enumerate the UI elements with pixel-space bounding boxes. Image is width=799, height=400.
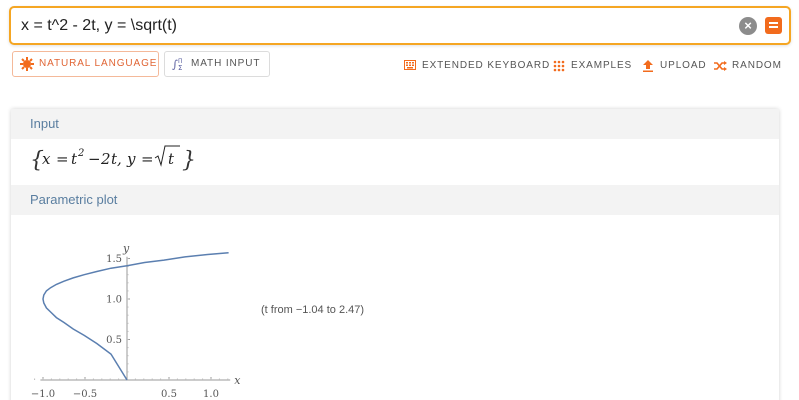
svg-text:=: = (141, 150, 154, 168)
input-pod-title: Input (11, 109, 779, 139)
results-card: Input { x = t 2 − 2 t , y = t } Parametr… (11, 109, 779, 400)
input-formula-render: { x = t 2 − 2 t , y = t } (30, 145, 196, 173)
compute-button[interactable] (765, 17, 782, 34)
x-tick-label: −0.5 (73, 389, 97, 400)
x-tick-label: 1.0 (203, 389, 219, 400)
svg-text:−: − (88, 150, 101, 168)
random-label: Random (732, 60, 782, 71)
close-icon: × (744, 18, 752, 33)
x-axis-label: x (234, 374, 241, 387)
svg-text:t: t (168, 150, 175, 168)
math-input-button[interactable]: ∫ π Σ Math Input (164, 51, 270, 77)
search-bar: × (9, 6, 791, 45)
keyboard-icon (404, 60, 416, 70)
parametric-curve-line (42, 252, 229, 381)
parametric-pod-title: Parametric plot (11, 185, 779, 215)
sun-gear-icon (20, 57, 34, 71)
extended-keyboard-label: Extended Keyboard (422, 60, 551, 71)
svg-text:2: 2 (77, 148, 84, 159)
svg-text:t: t (71, 150, 78, 168)
x-tick-label: 0.5 (161, 389, 177, 400)
svg-text:=: = (56, 150, 69, 168)
clear-search-button[interactable]: × (739, 17, 757, 35)
parametric-plot: x y −1.0 −0.5 0.5 1.0 0.5 1.0 1.5 (31, 242, 241, 400)
y-axis-label: y (122, 242, 130, 255)
svg-text:y: y (126, 150, 136, 168)
svg-text:}: } (182, 148, 196, 173)
examples-label: Examples (571, 60, 633, 71)
natural-language-label: Natural Language (39, 58, 158, 69)
y-tick-label: 0.5 (106, 335, 122, 346)
upload-label: Upload (660, 60, 707, 71)
y-tick-label: 1.5 (106, 254, 122, 265)
upload-button[interactable]: Upload (642, 60, 707, 72)
upload-icon (643, 60, 653, 72)
random-button[interactable]: Random (714, 60, 782, 72)
grid-dots-icon (553, 60, 565, 72)
shuffle-icon (714, 61, 727, 71)
svg-text:2: 2 (100, 150, 111, 168)
examples-button[interactable]: Examples (553, 60, 632, 72)
svg-text:Σ: Σ (178, 64, 183, 71)
natural-language-button[interactable]: Natural Language (12, 51, 159, 77)
x-tick-label: −1.0 (31, 389, 55, 400)
svg-text:,: , (117, 150, 122, 168)
y-tick-label: 1.0 (106, 295, 122, 306)
svg-text:x: x (42, 150, 51, 168)
input-formula: { x = t 2 − 2 t , y = t } (30, 143, 200, 179)
extended-keyboard-button[interactable]: Extended Keyboard (404, 60, 550, 72)
search-input[interactable] (21, 8, 721, 43)
math-input-label: Math Input (191, 58, 261, 69)
math-symbols-icon: ∫ π Σ (172, 58, 183, 71)
t-range-note: (t from −1.04 to 2.47) (261, 304, 365, 316)
